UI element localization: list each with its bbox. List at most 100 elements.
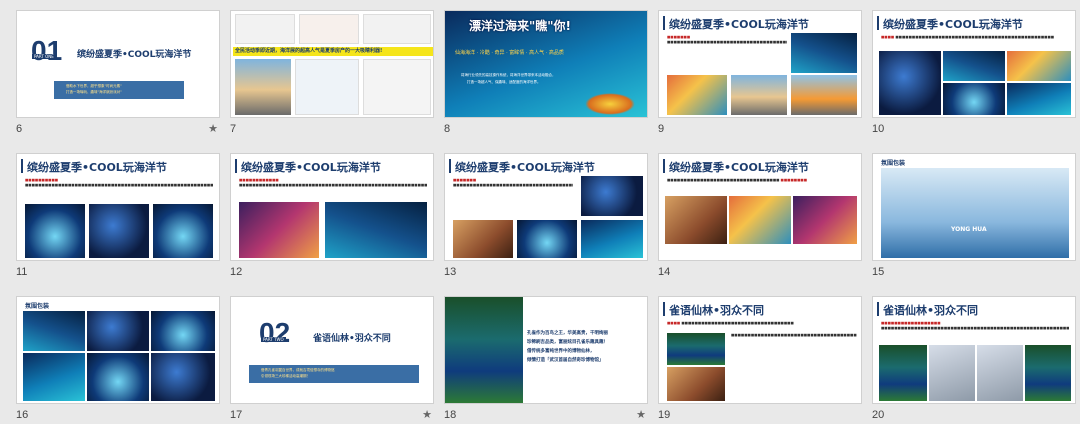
slide-body-text: ■■■■■■■ ■■■■■■■■■■■■■■■■■■■■■■■■■■■■■■■■… (453, 178, 573, 187)
screenshot-image (299, 14, 359, 44)
event-photo (731, 75, 787, 115)
feature-tags: 仙海海洋 · 冷酷 · 奇异 · 富眸情 · 高人气 · 高品质 (455, 50, 564, 56)
screenshot-image (363, 14, 431, 44)
screenshot-image (235, 14, 295, 44)
food-photo (793, 196, 857, 244)
part-label: PART ONE (32, 54, 56, 59)
stage-banner: YONG HUA (951, 226, 987, 233)
slide-number: 7 (230, 123, 237, 135)
slide-title: 氛围包装 (881, 160, 906, 167)
slide-thumbnail-11[interactable]: 缤纷盛夏季•COOL玩海洋节 ■■■■■■■■■■ ■■■■■■■■■■■■■■… (16, 153, 220, 281)
slide-thumbnail-10[interactable]: 缤纷盛夏季•COOL玩海洋节 ■■■■ ■■■■■■■■■■■■■■■■■■■■… (872, 10, 1076, 138)
slide-16-canvas[interactable]: 氛围包装 (16, 296, 220, 404)
aquarium-photo (943, 83, 1005, 115)
subtitle-bar: 借助水下世界，超乎想象"时尚元素" 打造一场嗨玩、趣味"海洋缤纷派对" (54, 81, 184, 99)
slide-thumbnail-17[interactable]: 02 PART TWO 雀语仙林•羽众不同 借青孔雀羽翼百世界，成就吉境倍想寺的… (230, 296, 434, 424)
slide-title: 缤纷盛夏季•COOL玩海洋节 (455, 161, 595, 174)
slide-18-canvas[interactable]: 孔雀作为百鸟之王，华美高贵，干明绚丽 珍稀刷吉品类，富丽炫目孔雀乐趣具趣！ 借传… (444, 296, 648, 404)
slide-number: 9 (658, 123, 665, 135)
peacock-photo (1025, 345, 1071, 401)
slide-thumbnail-20[interactable]: 雀语仙林•羽众不同 ■■■■■■■■■■■■■■■■■■ ■■■■■■■■■■■… (872, 296, 1076, 424)
slide-thumbnail-18[interactable]: 孔雀作为百鸟之王，华美高贵，干明绚丽 珍稀刷吉品类，富丽炫目孔雀乐趣具趣！ 借传… (444, 296, 648, 424)
slide-body-text: ■■■■■■■■■■■■■■■■■■ ■■■■■■■■■■■■■■■■■■■■■… (881, 321, 1069, 330)
show-photo (581, 176, 643, 216)
show-photo (453, 220, 513, 258)
aquarium-photo (943, 51, 1005, 81)
aquarium-photo (791, 33, 857, 73)
slide-thumbnail-16[interactable]: 氛围包装 16 (16, 296, 220, 424)
stage-photo: YONG HUA (881, 168, 1069, 258)
slide-headline: 漂洋过海来"瞧"你! (469, 19, 571, 33)
slide-thumbnail-6[interactable]: 01 PART ONE 缤纷盛夏季•COOL玩海洋节 借助水下世界，超乎想象"时… (16, 10, 220, 138)
fish-image (585, 93, 635, 115)
slide-thumbnail-9[interactable]: 缤纷盛夏季•COOL玩海洋节 ■■■■■■■ ■■■■■■■■■■■■■■■■■… (658, 10, 862, 138)
animation-star-icon[interactable]: ★ (422, 408, 432, 421)
jellyfish-photo (89, 204, 149, 258)
title-accent (663, 159, 665, 173)
slide-13-canvas[interactable]: 缤纷盛夏季•COOL玩海洋节 ■■■■■■■ ■■■■■■■■■■■■■■■■■… (444, 153, 648, 261)
title-accent (663, 302, 665, 316)
slide-body-text: ■■■■■■■■■■■■■■■■■■■■■■■■■■■■■■■■■■ ■■■■■… (667, 178, 808, 182)
section-title: 缤纷盛夏季•COOL玩海洋节 (77, 50, 192, 60)
slide-number: 16 (16, 409, 29, 421)
slide-sorter-grid: 01 PART ONE 缤纷盛夏季•COOL玩海洋节 借助水下世界，超乎想象"时… (0, 0, 1080, 424)
slide-body-text: ■■■■■■■■■■■■ ■■■■■■■■■■■■■■■■■■■■■■■■■■■… (239, 178, 427, 187)
event-photo (667, 75, 727, 115)
peacock-photo (879, 345, 927, 401)
food-photo (665, 196, 727, 244)
slide-17-canvas[interactable]: 02 PART TWO 雀语仙林•羽众不同 借青孔雀羽翼百世界，成就吉境倍想寺的… (230, 296, 434, 404)
decor-photo (23, 353, 85, 401)
slide-9-canvas[interactable]: 缤纷盛夏季•COOL玩海洋节 ■■■■■■■ ■■■■■■■■■■■■■■■■■… (658, 10, 862, 118)
slide-14-canvas[interactable]: 缤纷盛夏季•COOL玩海洋节 ■■■■■■■■■■■■■■■■■■■■■■■■■… (658, 153, 862, 261)
slide-11-canvas[interactable]: 缤纷盛夏季•COOL玩海洋节 ■■■■■■■■■■ ■■■■■■■■■■■■■■… (16, 153, 220, 261)
slide-number: 13 (444, 266, 457, 278)
slide-6-canvas[interactable]: 01 PART ONE 缤纷盛夏季•COOL玩海洋节 借助水下世界，超乎想象"时… (16, 10, 220, 118)
animation-star-icon[interactable]: ★ (208, 122, 218, 135)
slide-thumbnail-15[interactable]: 氛围包装 YONG HUA 15 (872, 153, 1076, 281)
subtitle-line-2: 打造一场嗨玩、趣味"海洋缤纷派对" (66, 90, 122, 94)
slide-7-canvas[interactable]: 全民活动季即近期，海洋展的超高人气是夏季房产的一大吸睛利器! (230, 10, 434, 118)
slide-12-canvas[interactable]: 缤纷盛夏季•COOL玩海洋节 ■■■■■■■■■■■■ ■■■■■■■■■■■■… (230, 153, 434, 261)
title-accent (21, 159, 23, 173)
subtitle-line-1: 借青孔雀羽翼百世界，成就吉境倍想寺的博物馆 (261, 368, 335, 372)
slide-number: 17 (230, 409, 243, 421)
slide-number: 11 (16, 266, 28, 278)
slide-number: 18 (444, 409, 457, 421)
slide-title: 缤纷盛夏季•COOL玩海洋节 (883, 18, 1023, 31)
slide-10-canvas[interactable]: 缤纷盛夏季•COOL玩海洋节 ■■■■ ■■■■■■■■■■■■■■■■■■■■… (872, 10, 1076, 118)
headline-banner: 全民活动季即近期，海洋展的超高人气是夏季房产的一大吸睛利器! (233, 47, 433, 56)
sea-lion-photo (1007, 83, 1071, 115)
title-accent (235, 159, 237, 173)
slide-thumbnail-7[interactable]: 全民活动季即近期，海洋展的超高人气是夏季房产的一大吸睛利器! 7 (230, 10, 434, 138)
slide-19-canvas[interactable]: 雀语仙林•羽众不同 ■■■■ ■■■■■■■■■■■■■■■■■■■■■■■■■… (658, 296, 862, 404)
slide-thumbnail-8[interactable]: 漂洋过海来"瞧"你! 仙海海洋 · 冷酷 · 奇异 · 富眸情 · 高人气 · … (444, 10, 648, 138)
slide-20-canvas[interactable]: 雀语仙林•羽众不同 ■■■■■■■■■■■■■■■■■■ ■■■■■■■■■■■… (872, 296, 1076, 404)
decor-photo (151, 353, 215, 401)
slide-thumbnail-19[interactable]: 雀语仙林•羽众不同 ■■■■ ■■■■■■■■■■■■■■■■■■■■■■■■■… (658, 296, 862, 424)
title-accent (449, 159, 451, 173)
slide-8-canvas[interactable]: 漂洋过海来"瞧"你! 仙海海洋 · 冷酷 · 奇异 · 富眸情 · 高人气 · … (444, 10, 648, 118)
animation-star-icon[interactable]: ★ (636, 408, 646, 421)
show-photo (517, 220, 577, 258)
slide-thumbnail-14[interactable]: 缤纷盛夏季•COOL玩海洋节 ■■■■■■■■■■■■■■■■■■■■■■■■■… (658, 153, 862, 281)
slide-15-canvas[interactable]: 氛围包装 YONG HUA (872, 153, 1076, 261)
slide-number: 6 (16, 123, 23, 135)
body-line-3: 借传统多富纯世界中的博物仙林， (527, 349, 595, 354)
decor-photo (87, 353, 149, 401)
part-number: 01 (31, 35, 63, 66)
show-photo (581, 220, 643, 258)
article-screenshot (363, 59, 431, 115)
sea-lion-photo (1007, 51, 1071, 81)
aquarium-photo (879, 51, 941, 115)
slide-thumbnail-12[interactable]: 缤纷盛夏季•COOL玩海洋节 ■■■■■■■■■■■■ ■■■■■■■■■■■■… (230, 153, 434, 281)
title-accent (663, 16, 665, 30)
peacock-photo (667, 333, 725, 365)
mermaid-photo (325, 202, 427, 258)
decor-photo (151, 311, 215, 351)
part-label: PART TWO (261, 337, 286, 342)
egg-photo (667, 367, 725, 401)
decor-photo (23, 311, 85, 351)
body-line-4: 倾情打造「武汉首届自然奇珍博物馆」 (527, 358, 604, 363)
slide-number: 19 (658, 409, 671, 421)
slide-thumbnail-13[interactable]: 缤纷盛夏季•COOL玩海洋节 ■■■■■■■ ■■■■■■■■■■■■■■■■■… (444, 153, 648, 281)
